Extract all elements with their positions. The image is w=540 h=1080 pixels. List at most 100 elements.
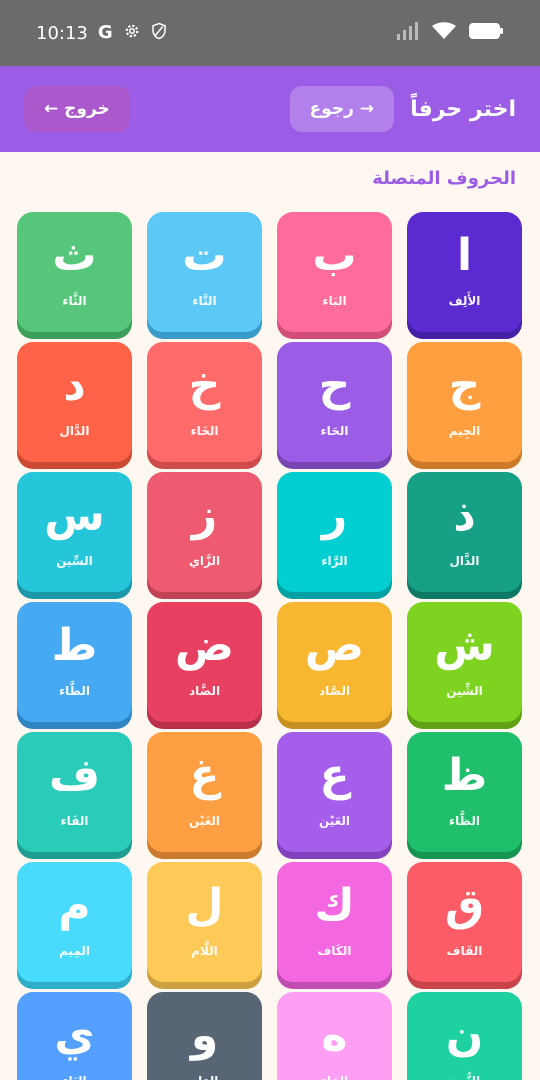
letter-name: الثَّاء [62,294,87,308]
letter-name: القَاف [446,944,483,958]
letter-name: الوَاو [191,1074,219,1080]
letter-char: ل [185,880,224,931]
letter-char: م [58,880,91,931]
letter-char: س [44,490,105,541]
letter-char: ط [51,620,98,671]
letter-card[interactable]: ش الشِّين [407,602,522,722]
letter-char: ذ [453,490,476,541]
letter-name: الزَّاي [188,554,221,568]
letter-name: الهَاء [321,1074,348,1080]
letter-name: الرَّاء [321,554,348,568]
app-header: اختر حرفاً → رجوع خروج ← [0,66,540,152]
letter-char: ش [434,620,495,671]
letter-card[interactable]: ض الضَّاد [147,602,262,722]
exit-button[interactable]: خروج ← [24,86,130,132]
letter-card[interactable]: ف الفَاء [17,732,132,852]
letter-char: ي [54,1010,95,1061]
letter-name: الجِيم [448,424,481,438]
settings-gear-icon [123,22,141,44]
letter-char: ح [318,360,351,411]
letter-char: غ [189,750,220,801]
letter-card[interactable]: ظ الظَّاء [407,732,522,852]
letter-char: ن [445,1010,484,1061]
letter-name: الصَّاد [318,684,351,698]
letter-name: الدَّال [59,424,90,438]
letter-char: ا [456,230,473,281]
letter-name: اللَّام [191,944,218,958]
letter-card[interactable]: ص الصَّاد [277,602,392,722]
status-right [396,22,504,44]
status-left: 10:13 G [36,22,167,44]
status-bar: 10:13 G [0,0,540,66]
letter-char: و [190,1010,219,1061]
letter-name: الضَّاد [188,684,221,698]
letter-char: ت [182,230,227,281]
letter-char: ه [321,1010,348,1061]
letter-card[interactable]: ت التَّاء [147,212,262,332]
section-title: الحروف المتصلة [372,168,516,189]
letter-card[interactable]: ر الرَّاء [277,472,392,592]
letter-name: اليَاء [62,1074,86,1080]
letter-name: الطَّاء [59,684,90,698]
letter-name: المِيم [59,944,90,958]
letter-char: ع [319,750,350,801]
letter-card[interactable]: ح الحَاء [277,342,392,462]
letter-card[interactable]: ه الهَاء [277,992,392,1080]
letters-grid: ا الأَلِف ب البَاء ت التَّاء ث الثَّاء ج الجِيم ح ا… [17,212,522,1080]
battery-icon [468,22,504,44]
page-title: اختر حرفاً [410,96,516,122]
letter-char: ز [191,490,218,541]
letter-card[interactable]: خ الخَاء [147,342,262,462]
letter-card[interactable]: ل اللَّام [147,862,262,982]
letter-char: ج [448,360,481,411]
letter-char: ر [321,490,348,541]
letter-name: العَيْن [318,814,351,828]
letter-card[interactable]: ا الأَلِف [407,212,522,332]
letter-char: ك [314,880,355,931]
letter-char: ث [52,230,97,281]
letter-card[interactable]: ي اليَاء [17,992,132,1080]
letter-name: الظَّاء [449,814,480,828]
letter-name: الشِّين [446,684,483,698]
letter-char: ق [444,880,485,931]
letter-card[interactable]: ق القَاف [407,862,522,982]
letter-name: الذَّال [449,554,480,568]
letter-name: الأَلِف [448,294,481,308]
letter-card[interactable]: و الوَاو [147,992,262,1080]
letter-name: البَاء [322,294,347,308]
letter-name: الكَاف [317,944,352,958]
letter-card[interactable]: ب البَاء [277,212,392,332]
letter-char: ف [48,750,101,801]
letter-name: الفَاء [60,814,89,828]
letter-card[interactable]: ز الزَّاي [147,472,262,592]
letter-name: النُّون [449,1074,480,1080]
letter-name: السِّين [56,554,93,568]
letter-name: التَّاء [192,294,217,308]
letter-card[interactable]: ع العَيْن [277,732,392,852]
letter-char: خ [188,360,221,411]
signal-icon [396,22,420,44]
letter-char: د [63,360,86,411]
letter-char: ض [174,620,235,671]
letter-char: ب [312,230,357,281]
letter-card[interactable]: م المِيم [17,862,132,982]
letter-card[interactable]: ن النُّون [407,992,522,1080]
wifi-icon [432,22,456,44]
shield-icon [151,22,167,44]
letter-card[interactable]: س السِّين [17,472,132,592]
header-right-group: اختر حرفاً → رجوع [289,86,516,132]
letter-name: الخَاء [190,424,219,438]
letter-card[interactable]: ج الجِيم [407,342,522,462]
letter-card[interactable]: ذ الذَّال [407,472,522,592]
status-time: 10:13 [36,22,88,44]
letter-card[interactable]: د الدَّال [17,342,132,462]
google-icon: G [97,22,113,43]
letter-card[interactable]: ث الثَّاء [17,212,132,332]
letter-char: ظ [441,750,488,801]
letter-card[interactable]: ك الكَاف [277,862,392,982]
letter-card[interactable]: ط الطَّاء [17,602,132,722]
letter-name: الغَيْن [188,814,221,828]
letter-card[interactable]: غ الغَيْن [147,732,262,852]
letter-name: الحَاء [320,424,349,438]
back-button[interactable]: → رجوع [289,86,395,132]
